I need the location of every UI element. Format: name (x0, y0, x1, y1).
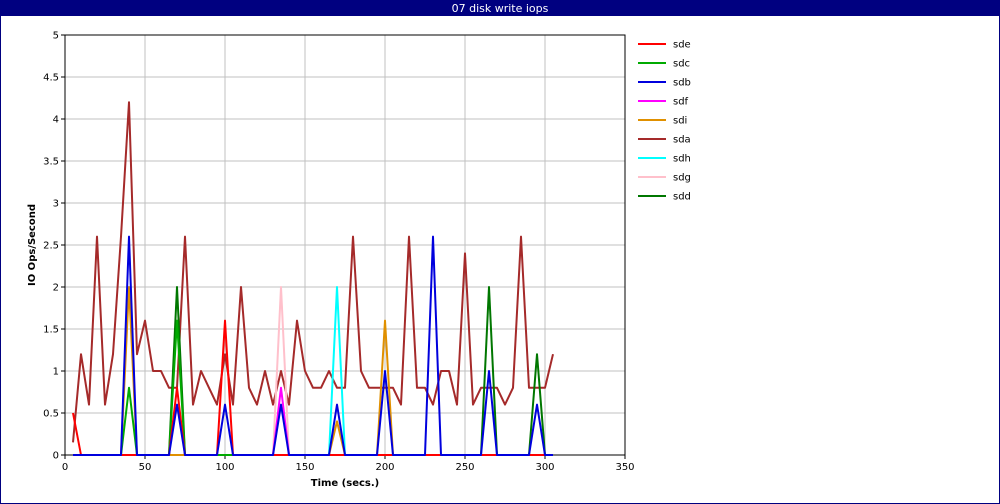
x-axis-label: Time (secs.) (311, 478, 380, 489)
legend-label-sdc: sdc (673, 59, 690, 70)
legend-label-sde: sde (673, 40, 691, 51)
x-tick-label: 150 (295, 462, 314, 473)
x-tick-label: 0 (62, 462, 68, 473)
y-tick-label: 1.5 (43, 325, 59, 336)
x-tick-label: 300 (535, 462, 554, 473)
y-tick-label: 1 (53, 367, 59, 378)
legend-label-sdh: sdh (673, 154, 691, 165)
y-tick-label: 2.5 (43, 241, 59, 252)
y-tick-label: 4.5 (43, 73, 59, 84)
legend-label-sdi: sdi (673, 116, 687, 127)
y-tick-label: 3 (53, 199, 59, 210)
y-tick-label: 4 (53, 115, 59, 126)
chart: 0 50 100 150 200 250 300 350 0 0.5 1 1.5 2 2.5 3 3.5 4 4.… (27, 31, 691, 490)
y-axis-label: IO Ops/Second (27, 204, 38, 286)
y-tick-label: 0 (53, 451, 59, 462)
y-tick-label: 5 (53, 31, 59, 42)
legend-label-sdb: sdb (673, 78, 691, 89)
x-tick-label: 50 (139, 462, 152, 473)
y-tick-label: 2 (53, 283, 59, 294)
legend-label-sda: sda (673, 135, 691, 146)
x-tick-label: 350 (615, 462, 634, 473)
legend-label-sdd: sdd (673, 192, 691, 203)
y-tick-label: 0.5 (43, 409, 59, 420)
y-tick-label: 3.5 (43, 157, 59, 168)
x-tick-label: 250 (455, 462, 474, 473)
x-tick-label: 100 (215, 462, 234, 473)
x-tick-label: 200 (375, 462, 394, 473)
legend-label-sdg: sdg (673, 173, 691, 184)
legend-label-sdf: sdf (673, 97, 689, 108)
